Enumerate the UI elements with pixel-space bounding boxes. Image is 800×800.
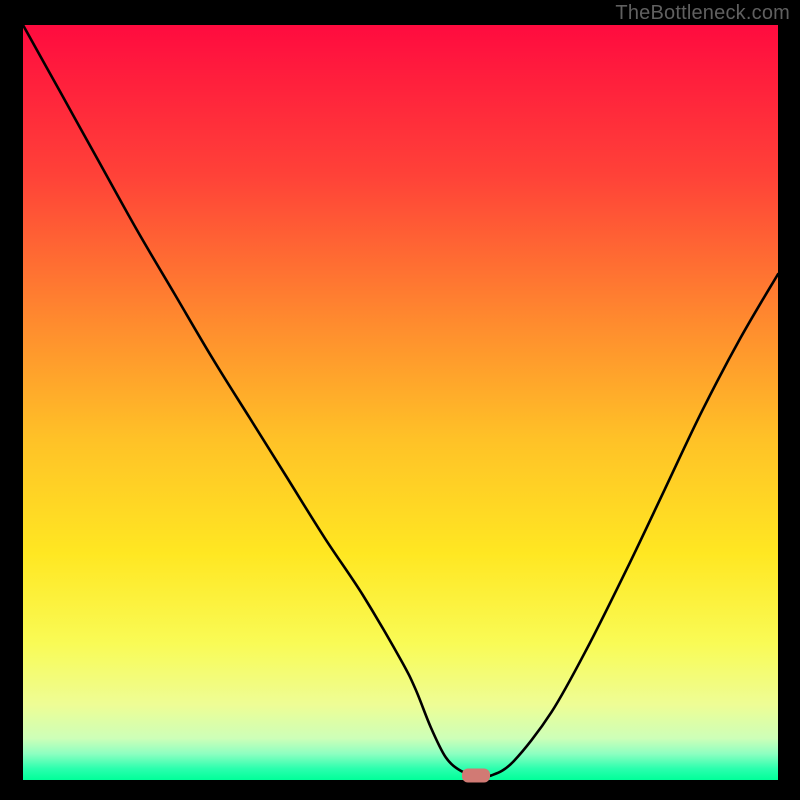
watermark-text: TheBottleneck.com <box>615 2 790 25</box>
optimal-point-marker <box>462 769 490 783</box>
plot-background <box>23 25 778 780</box>
chart-svg <box>0 0 800 800</box>
chart-container: TheBottleneck.com <box>0 0 800 800</box>
